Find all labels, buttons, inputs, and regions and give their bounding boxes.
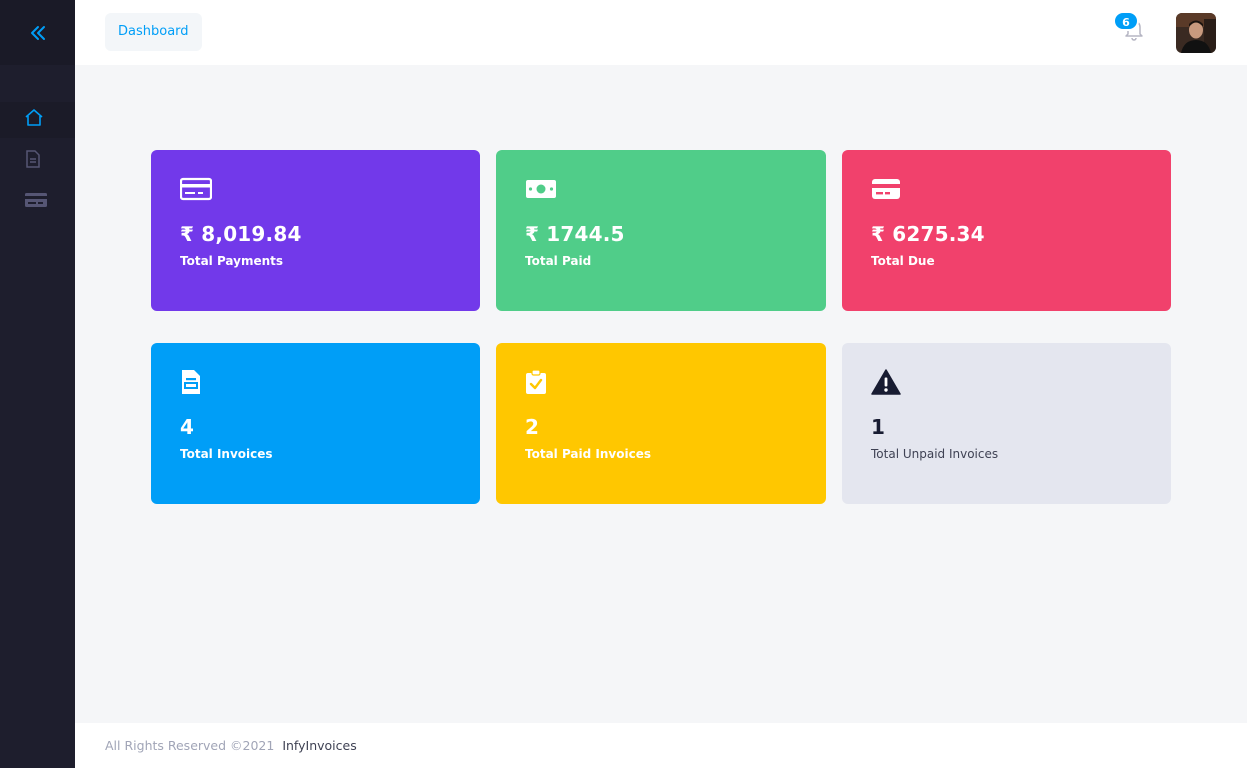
sidebar-header [0, 0, 75, 65]
invoice-icon [180, 369, 451, 395]
stat-value: 2 [525, 415, 540, 439]
stat-label: Total Paid Invoices [525, 447, 651, 461]
stat-card-total-payments[interactable]: ₹ 8,019.84 Total Payments [151, 150, 480, 311]
stat-label: Total Invoices [180, 447, 273, 461]
money-bill-icon [525, 176, 797, 202]
breadcrumb-dashboard[interactable]: Dashboard [105, 13, 202, 51]
stat-card-total-unpaid-invoices[interactable]: 1 Total Unpaid Invoices [842, 343, 1171, 504]
avatar[interactable] [1176, 13, 1216, 53]
stat-card-total-paid-invoices[interactable]: 2 Total Paid Invoices [496, 343, 826, 504]
credit-card-icon [24, 191, 48, 213]
clipboard-check-icon [525, 369, 797, 395]
credit-card-icon [180, 176, 451, 202]
home-icon [24, 108, 44, 132]
warning-icon [871, 369, 1142, 395]
document-icon [24, 149, 42, 173]
stat-card-total-invoices[interactable]: 4 Total Invoices [151, 343, 480, 504]
sidebar-item-payments[interactable] [0, 184, 75, 220]
stat-value: ₹ 1744.5 [525, 222, 625, 246]
stat-card-total-due[interactable]: ₹ 6275.34 Total Due [842, 150, 1171, 311]
stat-value: 4 [180, 415, 195, 439]
stat-label: Total Payments [180, 254, 284, 268]
stat-label: Total Paid [525, 254, 592, 268]
double-chevron-left-icon[interactable] [26, 21, 50, 45]
stat-label: Total Unpaid Invoices [871, 447, 999, 461]
sidebar-nav [0, 102, 75, 220]
footer-brand-link[interactable]: InfyInvoices [282, 738, 356, 753]
copyright-text: All Rights Reserved ©2021 [105, 738, 275, 753]
sidebar-item-dashboard[interactable] [0, 102, 75, 138]
notification-badge: 6 [1113, 11, 1139, 31]
card-icon [871, 176, 1142, 202]
footer: All Rights Reserved ©2021 InfyInvoices [75, 723, 1247, 768]
stat-value: 1 [871, 415, 886, 439]
sidebar [0, 0, 75, 768]
stat-value: ₹ 6275.34 [871, 222, 985, 246]
stat-card-total-paid[interactable]: ₹ 1744.5 Total Paid [496, 150, 826, 311]
stat-label: Total Due [871, 254, 935, 268]
stat-value: ₹ 8,019.84 [180, 222, 302, 246]
sidebar-item-invoices[interactable] [0, 143, 75, 179]
top-header: Dashboard 6 [75, 0, 1247, 65]
notifications-button[interactable]: 6 [1113, 11, 1147, 42]
